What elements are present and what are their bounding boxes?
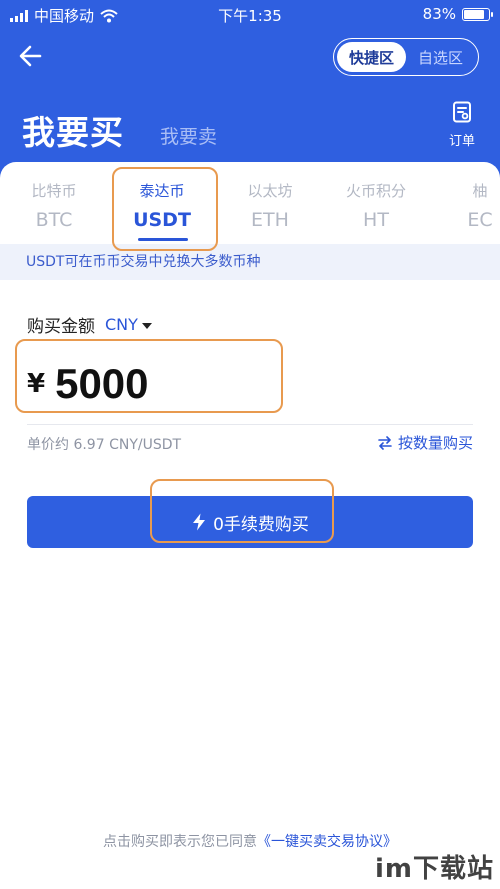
tab-ec[interactable]: 柚 EC (440, 174, 500, 231)
orders-button[interactable]: 订单 (441, 100, 483, 149)
tab-label-en: ETH (251, 209, 289, 231)
notice-bar: USDT可在币币交易中兑换大多数币种 (0, 244, 500, 280)
page-title-buy[interactable]: 我要买 (22, 106, 124, 154)
coin-tabs: 比特币 BTC 泰达币 USDT 以太坊 ETH 火币积分 HT 柚 EC (0, 174, 500, 244)
tab-usdt[interactable]: 泰达币 USDT (122, 174, 202, 231)
amount-label-row: 购买金额 CNY (27, 312, 152, 337)
unit-price: 单价约 6.97 CNY/USDT (27, 437, 182, 453)
buy-by-quantity-label: 按数量购买 (397, 434, 473, 452)
status-bar: 中国移动 下午1:35 83% (0, 0, 500, 30)
amount-value: 5000 (55, 360, 149, 407)
tab-label-cn: 比特币 (31, 182, 77, 200)
tab-eth[interactable]: 以太坊 ETH (230, 174, 310, 231)
tab-label-cn: 以太坊 (247, 182, 293, 200)
tab-btc[interactable]: 比特币 BTC (14, 174, 94, 231)
battery-fill (464, 9, 484, 19)
caret-down-icon (141, 322, 152, 329)
tab-label-cn: 泰达币 (139, 182, 185, 200)
tab-label-cn: 柚 (472, 182, 488, 200)
segment-custom-zone[interactable]: 自选区 (406, 42, 475, 72)
trade-card: 比特币 BTC 泰达币 USDT 以太坊 ETH 火币积分 HT 柚 EC US… (0, 162, 500, 889)
buy-by-quantity-link[interactable]: 按数量购买 (378, 432, 473, 453)
active-tab-indicator (138, 238, 188, 241)
orders-icon (453, 101, 471, 123)
agreement-prefix: 点击购买即表示您已同意 (103, 834, 257, 850)
tab-label-en: USDT (133, 209, 191, 231)
currency-symbol: ¥ (27, 369, 46, 399)
buy-button[interactable]: 0手续费购买 (27, 496, 473, 548)
status-right: 83% (422, 5, 493, 23)
battery-icon (462, 7, 493, 21)
tab-ht[interactable]: 火币积分 HT (336, 174, 416, 231)
currency-value: CNY (105, 315, 138, 334)
battery-percent: 83% (422, 5, 456, 23)
lightning-icon (193, 513, 206, 531)
tab-label-cn: 火币积分 (345, 182, 406, 200)
currency-select[interactable]: CNY (105, 315, 152, 334)
tab-label-en: EC (467, 209, 493, 231)
segment-quick-zone[interactable]: 快捷区 (337, 42, 406, 72)
tab-sell[interactable]: 我要卖 (160, 122, 217, 149)
swap-icon (378, 435, 392, 450)
amount-divider (27, 424, 473, 425)
back-arrow-icon[interactable] (14, 40, 50, 72)
buy-button-label: 0手续费购买 (213, 514, 309, 535)
orders-label: 订单 (448, 134, 475, 149)
watermark: im下载站 (374, 854, 494, 884)
amount-label: 购买金额 (27, 317, 95, 337)
tab-label-en: HT (363, 209, 389, 231)
amount-input[interactable]: ¥ 5000 (27, 354, 473, 414)
tab-label-en: BTC (35, 209, 73, 231)
zone-segmented-control: 快捷区 自选区 (333, 38, 479, 76)
